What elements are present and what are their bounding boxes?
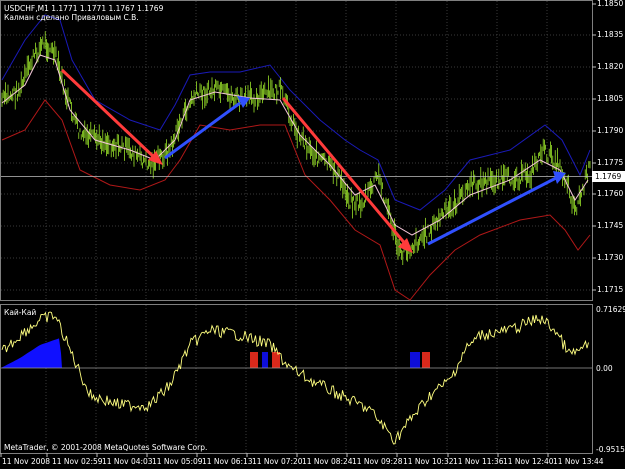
price-label: 1.1805 (597, 94, 624, 103)
price-label: 1.1820 (597, 62, 624, 71)
symbol-info: USDCHF,M1 1.1771 1.1771 1.1767 1.1769 (4, 4, 164, 13)
price-label: 1.1775 (597, 158, 624, 167)
time-label: 11 Nov 02:59 (52, 457, 103, 466)
current-price-tag: 1.1769 (595, 172, 622, 181)
oscillator-min-label: -0.95154 (596, 445, 625, 454)
main-chart-panel[interactable] (0, 0, 593, 301)
histogram-stripe (422, 352, 430, 368)
histogram-stripe (250, 352, 258, 368)
time-label: 11 Nov 13:44 (553, 457, 604, 466)
time-label: 11 Nov 07:20 (252, 457, 303, 466)
price-label: 1.1730 (597, 253, 624, 262)
histogram-stripe (262, 352, 268, 368)
indicator-title: Калман сделано Приваловым С.В. (4, 13, 139, 22)
time-label: 11 Nov 06:13 (202, 457, 253, 466)
histogram-stripe (272, 352, 280, 368)
price-label: 1.1715 (597, 285, 624, 294)
oscillator-max-label: 0.716299 (596, 305, 625, 314)
histogram-stripe (410, 352, 420, 368)
time-label: 11 Nov 2008 (2, 457, 51, 466)
oscillator-zero-label: 0.00 (596, 364, 613, 373)
price-label: 1.1760 (597, 189, 624, 198)
time-label: 11 Nov 05:09 (152, 457, 203, 466)
time-label: 11 Nov 12:40 (503, 457, 554, 466)
price-label: 1.1790 (597, 126, 624, 135)
copyright-text: MetaTrader, © 2001-2008 MetaQuotes Softw… (4, 443, 208, 452)
time-label: 11 Nov 10:32 (403, 457, 454, 466)
oscillator-title: Кай-Кай (4, 308, 37, 317)
price-label: 1.1835 (597, 30, 624, 39)
price-label: 1.1850 (597, 0, 624, 8)
time-label: 11 Nov 08:24 (302, 457, 353, 466)
time-label: 11 Nov 04:03 (102, 457, 153, 466)
chart-canvas[interactable] (0, 0, 625, 467)
price-label: 1.1745 (597, 221, 624, 230)
time-label: 11 Nov 11:36 (453, 457, 504, 466)
time-label: 11 Nov 09:28 (352, 457, 403, 466)
metatrader-chart-window[interactable]: USDCHF,M1 1.1771 1.1771 1.1767 1.1769 Ка… (0, 0, 625, 467)
